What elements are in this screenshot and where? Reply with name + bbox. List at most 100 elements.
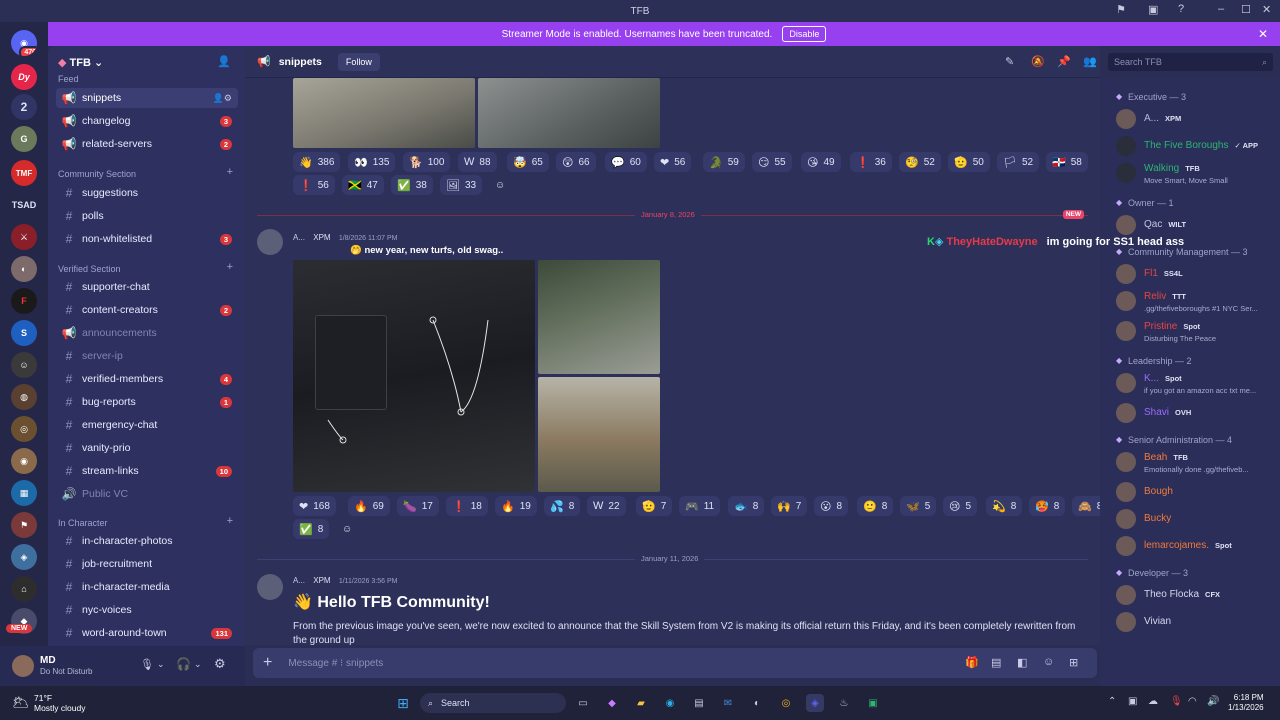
attachment-image[interactable] — [293, 260, 535, 492]
reaction-chip[interactable]: 🖼 33 — [440, 175, 483, 195]
reaction-chip[interactable]: 🙈 8 — [1072, 496, 1100, 516]
member-name[interactable]: lemarcojames. Spot — [1144, 540, 1232, 551]
terminal-icon[interactable]: ▣ — [864, 694, 882, 712]
reaction-chip[interactable]: 👋 386 — [293, 152, 341, 172]
member-name[interactable]: Walking TFB — [1144, 163, 1200, 174]
mic-icon[interactable]: 🎙 — [140, 658, 154, 671]
avatar[interactable] — [1116, 482, 1136, 502]
mic-options-icon[interactable]: ⌄ — [157, 659, 165, 670]
reaction-chip[interactable]: W 88 — [458, 152, 497, 172]
channel-changelog[interactable]: 📢 changelog 3 — [56, 111, 238, 131]
member-name[interactable]: Vivian — [1144, 616, 1171, 627]
avatar[interactable] — [1116, 136, 1136, 156]
reaction-chip[interactable]: 🙌 7 — [771, 496, 808, 516]
member-name[interactable]: Theo Flocka CFX — [1144, 589, 1220, 600]
attachment-image[interactable] — [293, 78, 475, 148]
tray-chevron-icon[interactable]: ⌃ — [1108, 696, 1116, 707]
reaction-chip[interactable]: 🔥 69 — [348, 496, 390, 516]
taskbar-search[interactable]: ⌕ Search — [420, 693, 566, 713]
disable-streamer-mode-button[interactable]: Disable — [782, 26, 827, 42]
add-reaction-icon[interactable]: ☺ — [489, 175, 511, 195]
reaction-chip[interactable]: 😏 55 — [752, 152, 792, 172]
server-icon-11[interactable]: ◎ — [11, 416, 37, 442]
add-reaction-icon[interactable]: ☺ — [336, 519, 358, 539]
server-icon-14[interactable]: ⚑ — [11, 512, 37, 538]
channel-job-recruitment[interactable]: # job-recruitment — [56, 554, 238, 574]
inbox-icon[interactable]: ⚑ — [1116, 3, 1126, 16]
channel-announcements[interactable]: 📢 announcements — [56, 323, 238, 343]
channel-verified-members[interactable]: # verified-members 4 — [56, 369, 238, 389]
channel-related-servers[interactable]: 📢 related-servers 2 — [56, 134, 238, 154]
channel-server-ip[interactable]: # server-ip — [56, 346, 238, 366]
channel-word-around-town[interactable]: # word-around-town 131 — [56, 623, 238, 643]
apps-icon[interactable]: ⊞ — [1069, 656, 1078, 669]
avatar[interactable] — [1116, 291, 1136, 311]
reaction-chip[interactable]: 🫡 7 — [636, 496, 673, 516]
reaction-chip[interactable]: 🐟 8 — [728, 496, 765, 516]
reaction-chip[interactable]: 🐊 59 — [703, 152, 745, 172]
create-channel-icon[interactable]: + — [227, 166, 233, 178]
help-icon[interactable]: ? — [1178, 3, 1184, 15]
server-icon-tmf[interactable]: TMF — [11, 160, 37, 186]
reaction-chip[interactable]: 🔥 19 — [495, 496, 537, 516]
avatar[interactable] — [1116, 403, 1136, 423]
tray-cloud-icon[interactable]: ☁ — [1148, 696, 1158, 707]
home-discord-icon[interactable]: ◉ 470 — [11, 30, 37, 56]
add-attachment-icon[interactable]: + — [263, 654, 272, 672]
pin-icon[interactable]: 📌 — [1057, 55, 1071, 68]
emoji-icon[interactable]: ☺ — [1043, 656, 1054, 668]
mail-icon[interactable]: ✉ — [719, 694, 737, 712]
file-explorer-icon[interactable]: ▰ — [632, 694, 650, 712]
member-name[interactable]: Reliv TTT — [1144, 291, 1186, 302]
reaction-chip[interactable]: ✅ 38 — [391, 175, 433, 195]
mute-bell-icon[interactable]: 🔕 — [1031, 55, 1045, 68]
copilot-icon[interactable]: ◆ — [603, 694, 621, 712]
server-icon-3[interactable]: G — [11, 126, 37, 152]
channel-snippets[interactable]: 📢 snippets 👤⚙ — [56, 88, 238, 108]
channel-content-creators[interactable]: # content-creators 2 — [56, 300, 238, 320]
tray-mic-icon[interactable]: 🎙 — [1170, 696, 1183, 707]
message-input[interactable]: Message # ⁝ snippets — [288, 658, 383, 669]
channel-suggestions[interactable]: # suggestions — [56, 183, 238, 203]
category-feed[interactable]: Feed — [58, 74, 79, 84]
reaction-chip[interactable]: ❗ 18 — [446, 496, 488, 516]
threads-icon[interactable]: ✎ — [1005, 55, 1014, 68]
reaction-chip[interactable]: 😮 8 — [814, 496, 849, 516]
member-name[interactable]: K... Spot — [1144, 373, 1182, 384]
server-icon-9[interactable]: ☺ — [11, 352, 37, 378]
reaction-chip[interactable]: 💬 60 — [605, 152, 647, 172]
channel-emergency-chat[interactable]: # emergency-chat — [56, 415, 238, 435]
server-icon-16[interactable]: ⌂ — [11, 576, 37, 602]
category-in-character[interactable]: In Character — [58, 518, 108, 528]
avatar[interactable] — [1116, 321, 1136, 341]
weather-widget[interactable]: 71°F Mostly cloudy — [34, 693, 86, 713]
avatar[interactable] — [1116, 536, 1136, 556]
server-icon-tsad[interactable]: TSAD — [11, 192, 37, 218]
message-composer[interactable]: + Message # ⁝ snippets 🎁 ▤ ◧ ☺ ⊞ — [253, 648, 1097, 678]
reaction-chip[interactable]: 🍆 17 — [397, 496, 439, 516]
server-icon-13[interactable]: ▦ — [11, 480, 37, 506]
member-name[interactable]: Bucky — [1144, 513, 1171, 524]
invite-people-icon[interactable]: 👤 — [217, 55, 231, 68]
server-icon-15[interactable]: ◈ — [11, 544, 37, 570]
attachment-image[interactable] — [538, 377, 660, 492]
author-name[interactable]: A... — [293, 576, 305, 585]
channel-non-whitelisted[interactable]: # non-whitelisted 3 — [56, 229, 238, 249]
sticker-icon[interactable]: ◧ — [1017, 656, 1027, 669]
avatar[interactable] — [1116, 509, 1136, 529]
server-icon-daisy[interactable]: Dy — [11, 64, 37, 90]
close-banner-icon[interactable]: ✕ — [1258, 27, 1268, 41]
reaction-chip[interactable]: 🥵 8 — [1029, 496, 1066, 516]
channel-in-character-media[interactable]: # in-character-media — [56, 577, 238, 597]
category-verified[interactable]: Verified Section — [58, 264, 121, 274]
app-icon[interactable]: ◐ — [748, 694, 766, 712]
channel-stream-links[interactable]: # stream-links 10 — [56, 461, 238, 481]
member-name[interactable]: Qac WILT — [1144, 219, 1186, 230]
channel-in-character-photos[interactable]: # in-character-photos — [56, 531, 238, 551]
member-name[interactable]: Fl1 SS4L — [1144, 268, 1183, 279]
reaction-chip[interactable]: 🧐 52 — [899, 152, 941, 172]
channel-supporter-chat[interactable]: # supporter-chat — [56, 277, 238, 297]
server-folder-count[interactable]: 2 — [11, 94, 37, 120]
tray-wifi-icon[interactable]: ◠ — [1188, 696, 1197, 707]
reaction-chip[interactable]: 🦋 5 — [900, 496, 937, 516]
